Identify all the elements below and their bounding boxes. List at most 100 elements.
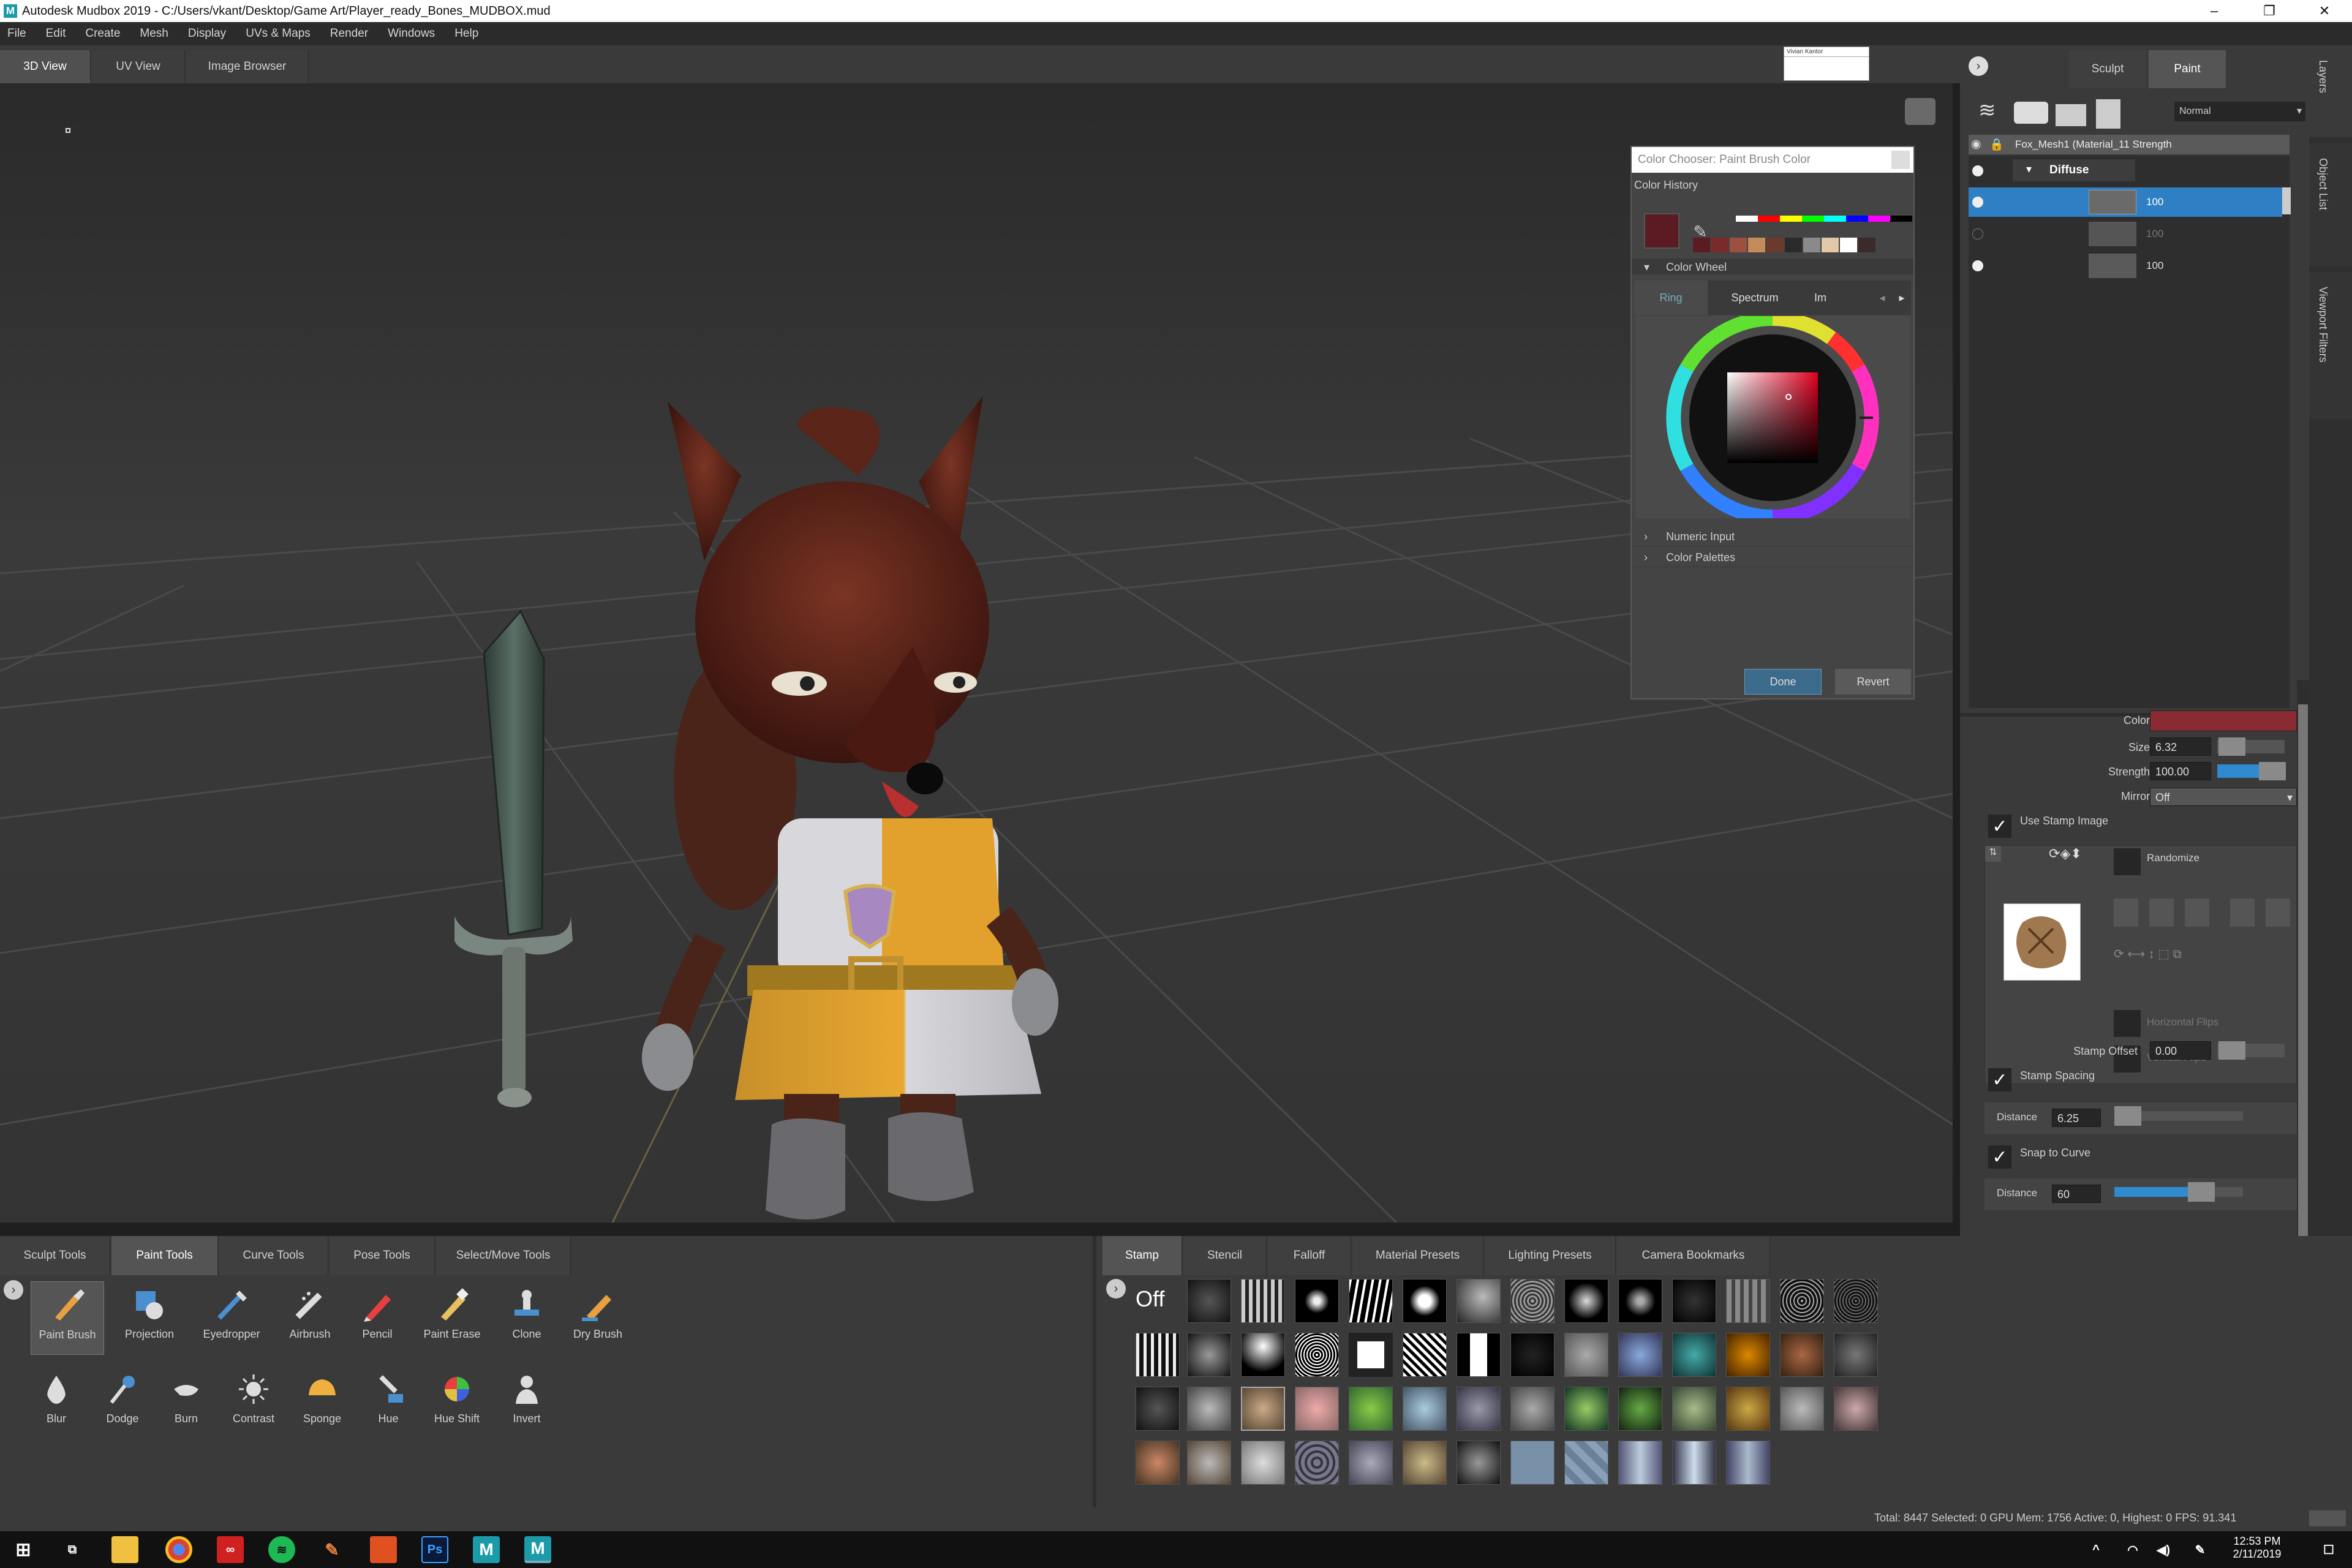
tab-lighting-presets[interactable]: Lighting Presets <box>1485 1236 1616 1275</box>
color-wheel-section-header[interactable]: ▾ Color Wheel <box>1632 258 1913 274</box>
camera-icon[interactable] <box>2014 102 2048 124</box>
mirror-select[interactable]: Off ▾ <box>2150 788 2297 806</box>
eye-icon[interactable]: ◉ <box>1971 137 1986 152</box>
menu-create[interactable]: Create <box>85 27 120 40</box>
stamp-image-preview[interactable] <box>2003 903 2081 981</box>
stamp-thumbnail[interactable] <box>1510 1387 1555 1431</box>
stamp-thumbnail[interactable] <box>1618 1441 1662 1485</box>
menu-uvs-maps[interactable]: UVs & Maps <box>246 27 311 40</box>
slider-thumb[interactable] <box>2218 1041 2245 1060</box>
stamp-thumbnail[interactable] <box>1403 1441 1447 1485</box>
stamp-thumbnail[interactable] <box>1618 1387 1662 1431</box>
pen-icon[interactable]: ✎ <box>2187 1536 2214 1563</box>
stamp-offset-input[interactable]: 0.00 <box>2150 1041 2211 1060</box>
tool-burn[interactable]: Burn <box>149 1366 223 1439</box>
stamp-thumbnail[interactable] <box>1726 1333 1770 1377</box>
stamp-thumbnail[interactable] <box>1618 1333 1662 1377</box>
stamp-thumbnail[interactable] <box>1457 1279 1501 1323</box>
wifi-icon[interactable]: ◠ <box>2119 1536 2146 1563</box>
revert-button[interactable]: Revert <box>1835 669 1911 695</box>
tool-projection[interactable]: Projection <box>113 1281 186 1355</box>
notifications-icon[interactable]: ☐ <box>2315 1536 2342 1563</box>
stamp-thumbnail[interactable] <box>1295 1279 1339 1323</box>
stamp-thumbnail[interactable] <box>1672 1441 1716 1485</box>
tool-airbrush[interactable]: Airbrush <box>273 1281 347 1355</box>
tab-paint[interactable]: Paint <box>2149 50 2226 88</box>
tool-clone[interactable]: Clone <box>490 1281 564 1355</box>
layer-scroll-handle[interactable] <box>2282 187 2291 214</box>
stamp-spacing-checkbox[interactable]: ✓ <box>1988 1068 2011 1091</box>
slider-thumb[interactable] <box>2218 737 2245 756</box>
stamp-thumbnail[interactable] <box>1295 1333 1339 1377</box>
visibility-dot-icon[interactable] <box>1972 260 1983 271</box>
color-chooser-dialog[interactable]: Color Chooser: Paint Brush Color Color H… <box>1630 146 1915 699</box>
stamp-thumbnail[interactable] <box>1510 1333 1555 1377</box>
scrollbar-thumb[interactable] <box>2298 704 2308 1243</box>
view-cube-icon[interactable] <box>1905 98 1936 125</box>
random-slider[interactable] <box>2185 899 2209 927</box>
tab-material-presets[interactable]: Material Presets <box>1352 1236 1483 1275</box>
tab-pose-tools[interactable]: Pose Tools <box>330 1236 435 1275</box>
tab-spectrum[interactable]: Spectrum <box>1709 281 1801 315</box>
snap-to-curve-checkbox[interactable]: ✓ <box>1988 1145 2011 1169</box>
stamp-thumbnail[interactable] <box>1349 1333 1393 1377</box>
system-tray-chevron-icon[interactable]: ^ <box>2082 1536 2109 1563</box>
random-slider[interactable] <box>2149 899 2174 927</box>
close-dialog-button[interactable] <box>1891 151 1910 169</box>
tool-paint-erase[interactable]: Paint Erase <box>415 1281 489 1355</box>
tool-paint-brush[interactable]: Paint Brush <box>31 1281 104 1355</box>
stamp-offset-slider[interactable] <box>2217 1041 2285 1060</box>
tab-select-move-tools[interactable]: Select/Move Tools <box>436 1236 571 1275</box>
file-explorer-icon[interactable] <box>111 1536 138 1563</box>
maya-icon[interactable]: M <box>473 1536 500 1563</box>
photoshop-icon[interactable]: Ps <box>421 1536 448 1563</box>
stamp-thumbnail[interactable] <box>1672 1387 1716 1431</box>
stamp-thumbnail[interactable] <box>1564 1333 1608 1377</box>
stamp-thumbnail[interactable] <box>1726 1441 1770 1485</box>
snap-distance-input[interactable]: 60 <box>2052 1185 2101 1203</box>
tab-ring[interactable]: Ring <box>1634 281 1708 315</box>
minimize-button[interactable]: – <box>2187 0 2242 22</box>
strength-input[interactable]: 100.00 <box>2150 762 2211 780</box>
layers-stack-icon[interactable]: ≋ <box>1978 98 2015 129</box>
diffuse-channel-row[interactable]: Diffuse ▾ <box>1969 156 2290 185</box>
tab-falloff[interactable]: Falloff <box>1268 1236 1351 1275</box>
stamp-thumbnail[interactable] <box>1564 1387 1608 1431</box>
color-palettes-section[interactable]: › Color Palettes <box>1632 548 1913 567</box>
tool-dodge[interactable]: Dodge <box>86 1366 159 1439</box>
tab-image[interactable]: Im <box>1802 281 1839 315</box>
properties-scrollbar[interactable] <box>2297 680 2309 1268</box>
tool-blur[interactable]: Blur <box>20 1366 93 1439</box>
stamp-options-icon[interactable]: ⇅ <box>1985 846 2001 862</box>
tab-3d-view[interactable]: 3D View <box>0 50 91 83</box>
tool-sponge[interactable]: Sponge <box>285 1366 359 1439</box>
tab-sculpt-tools[interactable]: Sculpt Tools <box>0 1236 110 1275</box>
stamp-thumbnail[interactable] <box>1726 1279 1770 1323</box>
size-slider[interactable] <box>2217 737 2285 756</box>
side-tab-layers[interactable]: Layers <box>2309 45 2352 137</box>
windows-start-icon[interactable]: ⊞ <box>10 1536 37 1563</box>
menu-file[interactable]: File <box>7 27 26 40</box>
stamp-thumbnail[interactable] <box>1457 1441 1501 1485</box>
menu-help[interactable]: Help <box>454 27 478 40</box>
stamp-thumbnail[interactable] <box>1780 1279 1824 1323</box>
stamp-thumbnail[interactable] <box>1241 1387 1285 1431</box>
tab-sculpt[interactable]: Sculpt <box>2069 50 2146 88</box>
slider-thumb[interactable] <box>2114 1106 2141 1126</box>
tool-contrast[interactable]: Contrast <box>217 1366 290 1439</box>
use-stamp-image-checkbox[interactable]: ✓ <box>1988 815 2011 838</box>
layer-row[interactable]: 100 <box>1969 219 2290 249</box>
chrome-icon[interactable] <box>165 1536 192 1563</box>
layer-list[interactable]: Diffuse ▾ 100 100 100 <box>1969 156 2291 708</box>
strength-slider[interactable] <box>2217 762 2286 780</box>
side-tab-object-list[interactable]: Object List <box>2309 143 2352 266</box>
menu-display[interactable]: Display <box>188 27 226 40</box>
color-history-swatches[interactable] <box>1693 213 1913 257</box>
stamp-thumbnail[interactable] <box>1403 1279 1447 1323</box>
visibility-dot-icon[interactable] <box>1972 165 1983 176</box>
stamp-thumbnail[interactable] <box>1510 1279 1555 1323</box>
stamp-thumbnail[interactable] <box>1136 1387 1180 1431</box>
tray-divider[interactable] <box>1093 1236 1096 1512</box>
stamp-thumbnail[interactable] <box>1834 1279 1878 1323</box>
stamp-thumbnail[interactable] <box>1295 1387 1339 1431</box>
